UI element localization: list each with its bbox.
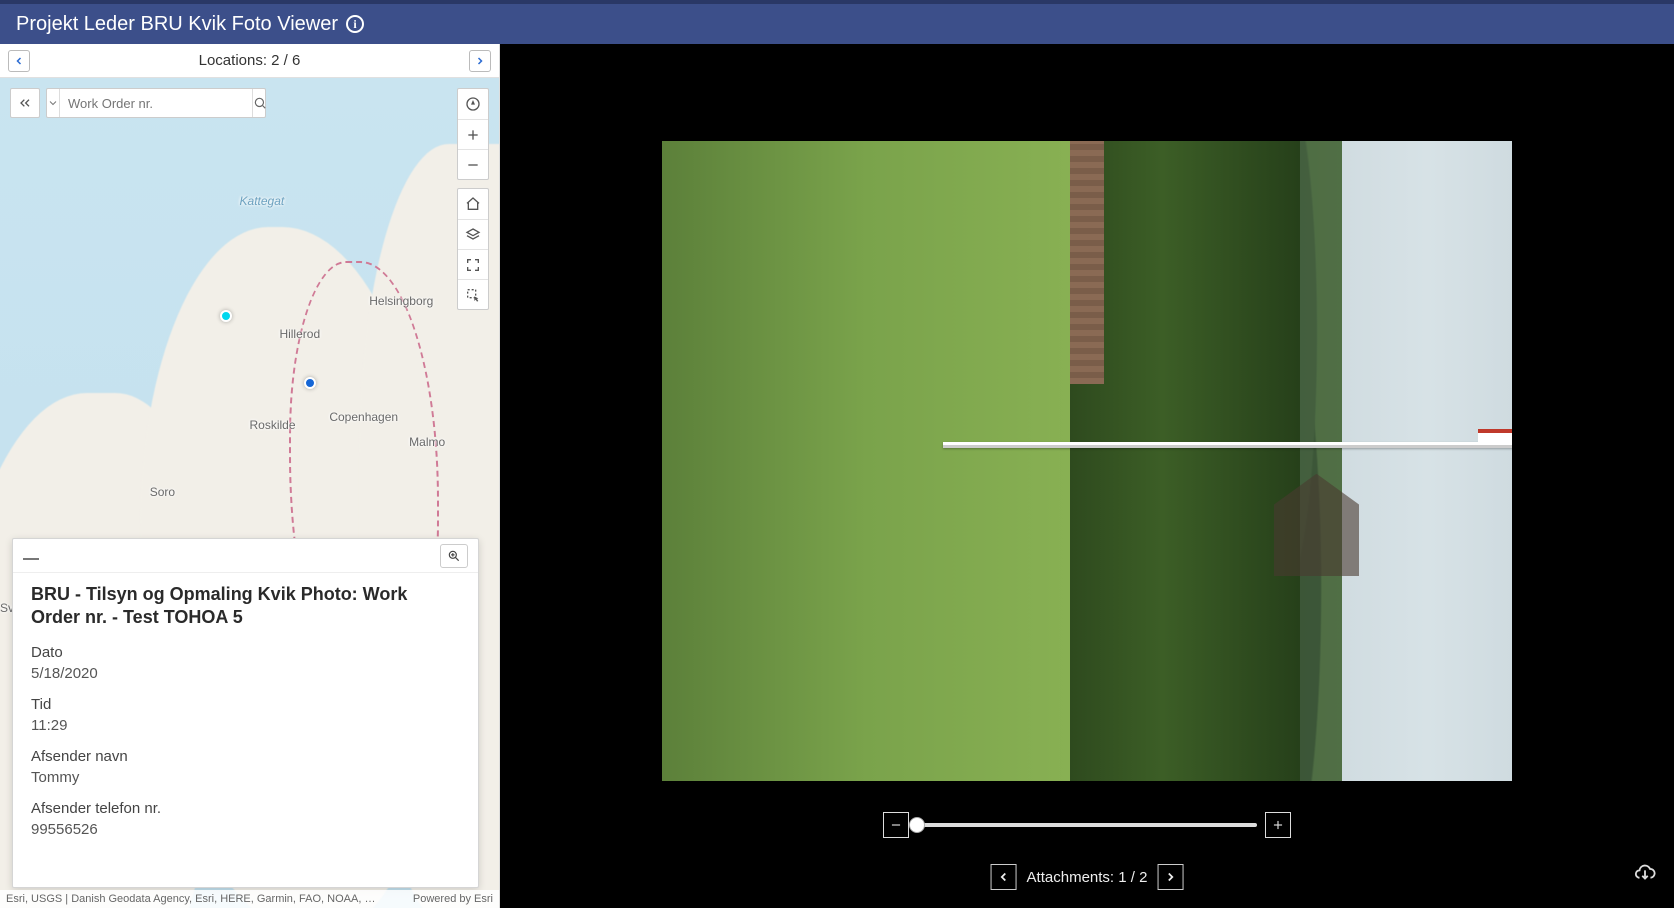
search-icon	[253, 96, 267, 110]
attribution-right: Powered by Esri	[413, 893, 493, 905]
attachment-next-button[interactable]	[1157, 864, 1183, 890]
cloud-download-icon	[1634, 863, 1656, 885]
zoom-slider	[883, 812, 1291, 838]
zoom-in-magnifier-icon	[447, 549, 461, 563]
locations-label: Locations: 2 / 6	[199, 52, 301, 69]
minus-icon	[889, 818, 903, 832]
locations-next-button[interactable]	[469, 50, 491, 72]
info-icon[interactable]: i	[346, 15, 364, 33]
locations-bar: Locations: 2 / 6	[0, 44, 499, 78]
compass-icon	[465, 96, 481, 112]
search-source-dropdown[interactable]	[47, 89, 60, 117]
zoom-to-feature-button[interactable]	[440, 544, 468, 568]
field-label: Dato	[31, 644, 460, 661]
chevron-left-icon	[997, 870, 1011, 884]
field-value: 99556526	[31, 821, 460, 838]
attachment-counter: Attachments: 1 / 2	[1027, 869, 1148, 886]
plus-icon	[465, 127, 481, 143]
map-attribution: Esri, USGS | Danish Geodata Agency, Esri…	[0, 890, 499, 908]
detail-header	[13, 539, 478, 573]
photo-region	[943, 442, 1513, 448]
field-label: Tid	[31, 696, 460, 713]
zoom-in-button[interactable]	[1265, 812, 1291, 838]
expand-icon	[465, 257, 481, 273]
zoom-in-button[interactable]	[458, 119, 488, 149]
locations-prev-button[interactable]	[8, 50, 30, 72]
download-button[interactable]	[1634, 863, 1656, 890]
chevron-right-icon	[1163, 870, 1177, 884]
collapse-button[interactable]	[10, 88, 40, 118]
feature-detail-panel: BRU - Tilsyn og Opmaling Kvik Photo: Wor…	[12, 538, 479, 888]
home-extent-button[interactable]	[458, 189, 488, 219]
chevron-down-icon	[47, 97, 59, 109]
zoom-track[interactable]	[917, 823, 1257, 827]
select-tool-button[interactable]	[458, 279, 488, 309]
attachment-nav: Attachments: 1 / 2	[991, 864, 1184, 890]
minimize-button[interactable]	[23, 552, 39, 560]
field-label: Afsender navn	[31, 748, 460, 765]
attachment-prev-button[interactable]	[991, 864, 1017, 890]
search-button[interactable]	[252, 89, 267, 117]
search-box	[46, 88, 266, 118]
app-header: Projekt Leder BRU Kvik Foto Viewer i	[0, 0, 1674, 44]
field-value: 5/18/2020	[31, 665, 460, 682]
photo-region	[1070, 141, 1300, 781]
minimize-icon	[23, 558, 39, 560]
main: Locations: 2 / 6 Kattegat Helsingborg Hi…	[0, 44, 1674, 908]
zoom-out-button[interactable]	[458, 149, 488, 179]
reset-north-button[interactable]	[458, 89, 488, 119]
detail-title: BRU - Tilsyn og Opmaling Kvik Photo: Wor…	[31, 583, 460, 630]
zoom-out-button[interactable]	[883, 812, 909, 838]
layers-icon	[465, 227, 481, 243]
home-icon	[465, 196, 481, 212]
fullscreen-button[interactable]	[458, 249, 488, 279]
plus-icon	[1271, 818, 1285, 832]
search-input[interactable]	[60, 89, 252, 117]
layers-button[interactable]	[458, 219, 488, 249]
chevron-right-icon	[474, 55, 486, 67]
photo-viewer: Attachments: 1 / 2	[500, 44, 1674, 908]
photo[interactable]	[662, 141, 1512, 781]
photo-region	[662, 141, 1070, 781]
chevron-left-icon	[13, 55, 25, 67]
chevrons-left-icon	[17, 95, 33, 111]
app-title: Projekt Leder BRU Kvik Foto Viewer	[16, 13, 338, 36]
attribution-left: Esri, USGS | Danish Geodata Agency, Esri…	[6, 893, 375, 905]
field-value: Tommy	[31, 769, 460, 786]
detail-body[interactable]: BRU - Tilsyn og Opmaling Kvik Photo: Wor…	[13, 573, 478, 887]
left-panel: Locations: 2 / 6 Kattegat Helsingborg Hi…	[0, 44, 500, 908]
minus-icon	[465, 157, 481, 173]
zoom-handle[interactable]	[909, 817, 925, 833]
field-label: Afsender telefon nr.	[31, 800, 460, 817]
map-feature-point[interactable]	[220, 310, 232, 322]
selection-icon	[465, 287, 481, 303]
map[interactable]: Kattegat Helsingborg Hillerod Copenhagen…	[0, 78, 499, 908]
map-search-row	[10, 88, 266, 118]
map-tool-stack	[457, 88, 489, 310]
field-value: 11:29	[31, 717, 460, 734]
photo-region	[1478, 429, 1512, 443]
